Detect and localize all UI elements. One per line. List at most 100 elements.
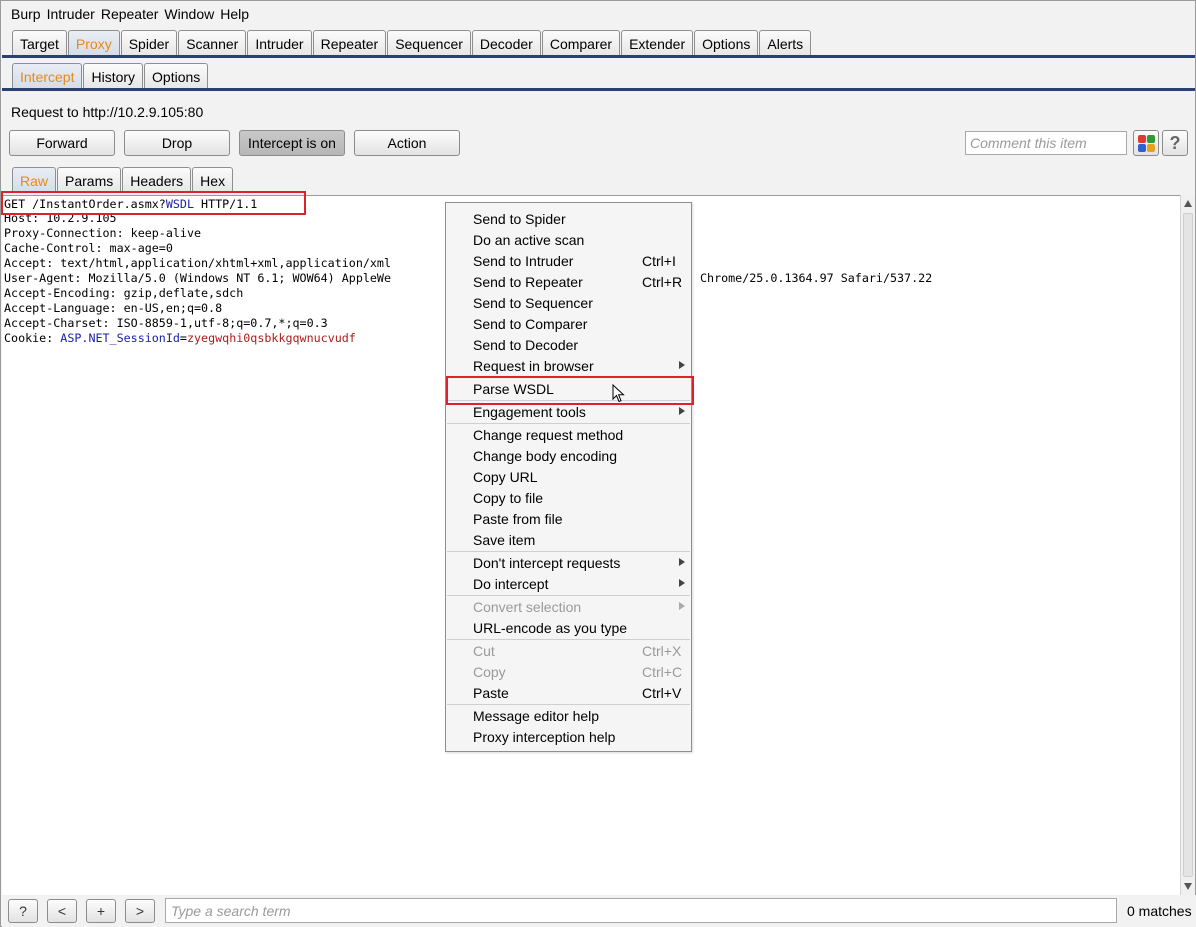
menu-repeater[interactable]: Repeater [101,6,159,22]
submenu-arrow-icon [679,407,685,415]
menu-copy-url[interactable]: Copy URL [447,466,690,487]
menu-save-item[interactable]: Save item [447,529,690,550]
tab-options[interactable]: Options [694,30,759,56]
parse-wsdl-highlight [446,376,694,405]
search-input[interactable]: Type a search term [165,898,1117,923]
menu-label: Send to Intruder [473,252,574,269]
menu-send-to-spider[interactable]: Send to Spider [447,208,690,229]
menu-label: Paste [473,684,509,701]
tab-intercept[interactable]: Intercept [12,63,83,89]
tab-scanner[interactable]: Scanner [178,30,247,56]
menu-proxy-interception-help[interactable]: Proxy interception help [447,726,690,747]
tab-extender[interactable]: Extender [621,30,694,56]
request-line-highlight [1,191,306,215]
menu-intruder[interactable]: Intruder [47,6,95,22]
tab-proxy-options[interactable]: Options [144,63,209,89]
menu-send-to-repeater[interactable]: Send to Repeater Ctrl+R [447,271,690,292]
tab-raw[interactable]: Raw [12,167,57,193]
submenu-arrow-icon [679,558,685,566]
cookie-label: Cookie: [4,331,61,345]
color-orange [1147,144,1155,152]
tab-intruder[interactable]: Intruder [247,30,312,56]
menu-window[interactable]: Window [164,6,214,22]
highlight-color-button[interactable] [1133,130,1159,156]
scroll-down-icon[interactable] [1184,883,1192,890]
search-next-button[interactable]: > [125,899,155,923]
tab-sequencer[interactable]: Sequencer [387,30,471,56]
burp-window: Burp Intruder Repeater Window Help Targe… [0,0,1196,927]
color-blue [1138,144,1146,152]
menu-change-body-encoding[interactable]: Change body encoding [447,445,690,466]
drop-button[interactable]: Drop [124,130,230,156]
menu-send-to-intruder[interactable]: Send to Intruder Ctrl+I [447,250,690,271]
menu-label: Convert selection [473,598,582,615]
tab-proxy[interactable]: Proxy [67,30,120,56]
submenu-arrow-icon [679,361,685,369]
menu-label: Send to Repeater [473,273,583,290]
menu-active-scan[interactable]: Do an active scan [447,229,690,250]
menu-label: Do intercept [473,575,549,592]
cookie-value: zyegwqhi0qsbkkgqwnucvudf [186,331,356,345]
action-button[interactable]: Action [354,130,460,156]
color-green [1147,135,1155,143]
search-help-button[interactable]: ? [8,899,38,923]
menu-paste[interactable]: Paste Ctrl+V [447,682,690,703]
tab-headers[interactable]: Headers [122,167,192,193]
request-target-label: Request to http://10.2.9.105:80 [11,104,204,120]
menu-help[interactable]: Help [220,6,249,22]
menu-bar: Burp Intruder Repeater Window Help [1,1,1195,27]
menu-label: Proxy interception help [473,728,616,745]
menu-do-intercept[interactable]: Do intercept [447,573,690,594]
search-add-button[interactable]: + [86,899,116,923]
menu-label: Copy URL [473,468,538,485]
cookie-equals: = [179,331,187,345]
scroll-thumb[interactable] [1183,213,1193,877]
intercept-toggle-button[interactable]: Intercept is on [239,130,345,156]
menu-shortcut: Ctrl+X [642,642,682,659]
tab-target[interactable]: Target [12,30,67,56]
main-tabs: Target Proxy Spider Scanner Intruder Rep… [12,30,812,56]
menu-url-encode[interactable]: URL-encode as you type [447,617,690,638]
menu-copy-to-file[interactable]: Copy to file [447,487,690,508]
main-tab-underline [2,55,1195,58]
tab-decoder[interactable]: Decoder [471,30,541,56]
menu-cut: Cut Ctrl+X [447,640,690,661]
tab-history[interactable]: History [83,63,144,89]
menu-label: Change request method [473,426,624,443]
cookie-name: ASP.NET_SessionId [60,331,180,345]
menu-label: Message editor help [473,707,600,724]
menu-label: Send to Comparer [473,315,588,332]
menu-dont-intercept[interactable]: Don't intercept requests [447,552,690,573]
comment-input[interactable]: Comment this item [965,131,1127,155]
tab-comparer[interactable]: Comparer [541,30,621,56]
tab-repeater[interactable]: Repeater [312,30,387,56]
menu-label: Copy to file [473,489,544,506]
tab-params[interactable]: Params [57,167,122,193]
mouse-cursor-icon [612,384,625,403]
menu-paste-from-file[interactable]: Paste from file [447,508,690,529]
help-button[interactable]: ? [1162,130,1188,156]
tab-alerts[interactable]: Alerts [759,30,812,56]
menu-label: Save item [473,531,536,548]
menu-request-in-browser[interactable]: Request in browser [447,355,690,376]
menu-change-request-method[interactable]: Change request method [447,424,690,445]
forward-button[interactable]: Forward [9,130,115,156]
menu-shortcut: Ctrl+R [642,273,683,290]
search-prev-button[interactable]: < [47,899,77,923]
menu-send-to-comparer[interactable]: Send to Comparer [447,313,690,334]
menu-label: Request in browser [473,357,594,374]
menu-send-to-sequencer[interactable]: Send to Sequencer [447,292,690,313]
menu-send-to-decoder[interactable]: Send to Decoder [447,334,690,355]
tab-spider[interactable]: Spider [120,30,178,56]
menu-label: Send to Spider [473,210,566,227]
color-grid-icon [1138,135,1155,152]
context-menu: Send to Spider Do an active scan Send to… [445,202,692,752]
scroll-up-icon[interactable] [1184,200,1192,207]
menu-message-editor-help[interactable]: Message editor help [447,705,690,726]
editor-scrollbar[interactable] [1180,195,1195,895]
search-match-count: 0 matches [1127,903,1192,919]
menu-shortcut: Ctrl+I [642,252,676,269]
menu-burp[interactable]: Burp [11,6,41,22]
tab-hex[interactable]: Hex [192,167,234,193]
proxy-tab-underline [2,88,1195,91]
